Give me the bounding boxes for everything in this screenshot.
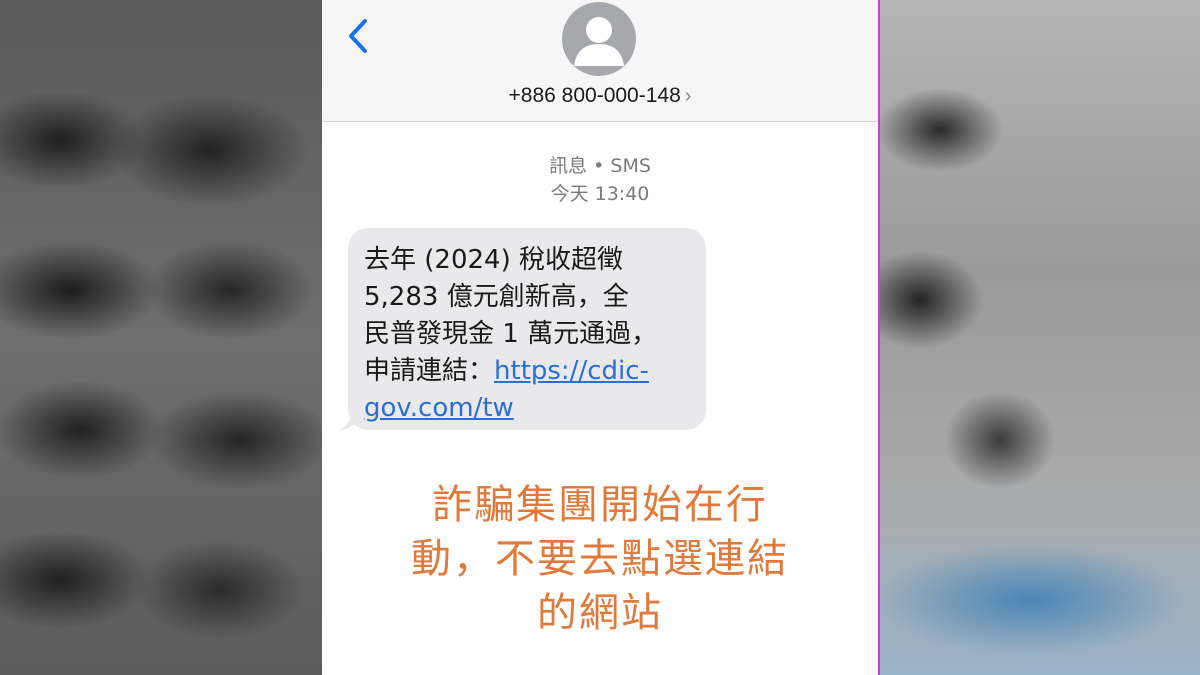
warning-caption: 詐騙集團開始在行 動，不要去點選連結 的網站 xyxy=(362,478,838,640)
conversation-header: +886 800-000-148 › xyxy=(322,0,878,122)
message-line-2: 5,283 億元創新高，全 xyxy=(364,282,629,312)
blurred-background-right xyxy=(878,0,1200,675)
back-button[interactable] xyxy=(340,16,376,56)
warning-line-1: 詐騙集團開始在行 xyxy=(432,482,768,528)
message-link-part-2[interactable]: gov.com/tw xyxy=(364,393,514,423)
chevron-right-icon: › xyxy=(684,85,692,107)
message-line-3: 民普發現金 1 萬元通過， xyxy=(364,319,658,349)
contact-avatar[interactable] xyxy=(562,2,636,76)
blurred-background-left xyxy=(0,0,322,675)
thread-meta: 訊息 • SMS 今天 13:40 xyxy=(322,152,878,208)
chevron-left-icon xyxy=(349,19,367,53)
warning-line-3: 的網站 xyxy=(537,590,663,636)
contact-number[interactable]: +886 800-000-148 › xyxy=(322,84,878,108)
person-icon xyxy=(574,17,624,66)
message-timestamp: 今天 13:40 xyxy=(550,183,650,205)
message-line-1: 去年 (2024) 稅收超徵 xyxy=(364,245,623,275)
message-line-5: gov.com/tw xyxy=(364,390,690,427)
contact-number-text: +886 800-000-148 xyxy=(508,84,681,107)
service-label: 訊息 • SMS xyxy=(549,155,651,177)
message-line-4: 申請連結：https://cdic- xyxy=(364,353,690,390)
message-link-part-1[interactable]: https://cdic- xyxy=(494,356,649,386)
link-prefix: 申請連結： xyxy=(364,356,495,386)
sms-conversation-screen: +886 800-000-148 › 訊息 • SMS 今天 13:40 去年 (… xyxy=(322,0,878,675)
message-bubble[interactable]: 去年 (2024) 稅收超徵 5,283 億元創新高，全 民普發現金 1 萬元通… xyxy=(348,228,706,430)
warning-line-2: 動，不要去點選連結 xyxy=(411,536,789,582)
